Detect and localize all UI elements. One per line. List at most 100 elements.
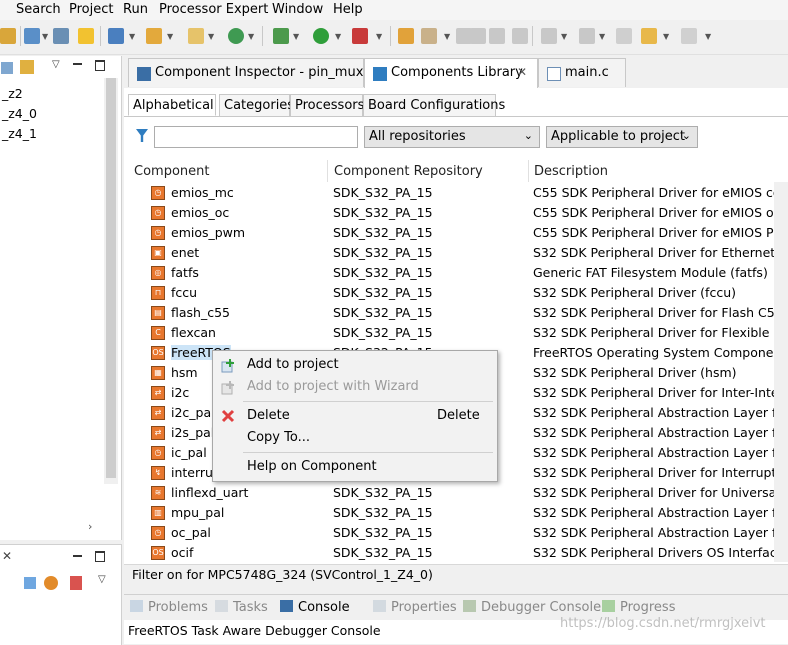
table-scrollbar[interactable] bbox=[774, 182, 788, 562]
table-row[interactable]: ▤ flash_c55 SDK_S32_PA_15 S32 SDK Periphera… bbox=[124, 303, 788, 323]
dropdown-arrow-icon[interactable]: ▼ bbox=[293, 32, 299, 41]
menu-processor-expert[interactable]: Processor Expert bbox=[159, 2, 268, 17]
column-header-description[interactable]: Description bbox=[534, 164, 608, 179]
component-repository: SDK_S32_PA_15 bbox=[333, 205, 433, 220]
search-tool-icon[interactable] bbox=[421, 28, 437, 44]
menu-search[interactable]: Search bbox=[16, 2, 61, 17]
dropdown-arrow-icon[interactable]: ▼ bbox=[208, 32, 214, 41]
tab-alphabetical[interactable]: Alphabetical bbox=[128, 94, 216, 116]
dropdown-arrow-icon[interactable]: ▼ bbox=[663, 32, 669, 41]
next-annotation-icon[interactable] bbox=[541, 28, 557, 44]
table-row[interactable]: ⊓ fccu SDK_S32_PA_15 S32 SDK Peripheral Dri… bbox=[124, 283, 788, 303]
dropdown-arrow-icon[interactable]: ▼ bbox=[705, 32, 711, 41]
tab-board-configurations[interactable]: Board Configurations bbox=[363, 94, 505, 116]
lightning-icon[interactable] bbox=[78, 28, 94, 44]
tree-item[interactable]: _z4_1 bbox=[2, 126, 37, 141]
table-row[interactable]: Cflexcan SDK_S32_PA_15 S32 SDK Peripheral … bbox=[124, 323, 788, 343]
close-icon[interactable]: ✕ bbox=[517, 65, 527, 79]
table-row[interactable]: ◷ emios_pwm SDK_S32_PA_15 C55 SDK Periphera… bbox=[124, 223, 788, 243]
tab-processors[interactable]: Processors bbox=[290, 94, 364, 116]
repository-select[interactable]: All repositories ⌄ bbox=[364, 126, 540, 148]
refresh-icon[interactable] bbox=[44, 576, 58, 590]
dropdown-arrow-icon[interactable]: ▼ bbox=[248, 32, 254, 41]
component-description: C55 SDK Peripheral Driver for eMIOS PWM bbox=[533, 225, 788, 240]
table-row[interactable]: ▥ mpu_pal SDK_S32_PA_15 S32 SDK Peripheral … bbox=[124, 503, 788, 523]
column-header-repository[interactable]: Component Repository bbox=[334, 164, 483, 179]
prev-annotation-icon[interactable] bbox=[579, 28, 595, 44]
block-select-icon[interactable] bbox=[470, 28, 486, 44]
minimize-icon[interactable] bbox=[73, 555, 82, 557]
applicability-select[interactable]: Applicable to project ⌄ bbox=[546, 126, 698, 148]
table-row[interactable]: ≋ linflexd_uart SDK_S32_PA_15 S32 SDK Perip… bbox=[124, 483, 788, 503]
table-row[interactable]: ◷ oc_pal SDK_S32_PA_15 S32 SDK Peripheral A… bbox=[124, 523, 788, 543]
menu-item-add-to-project[interactable]: Add to project bbox=[247, 357, 339, 372]
dropdown-arrow-icon[interactable]: ▼ bbox=[42, 32, 48, 41]
dropdown-arrow-icon[interactable]: ▼ bbox=[561, 32, 567, 41]
table-row[interactable]: ◎ fatfs SDK_S32_PA_15 Generic FAT Filesyste… bbox=[124, 263, 788, 283]
tab-progress[interactable]: Progress bbox=[602, 600, 675, 615]
build-icon[interactable] bbox=[228, 28, 244, 44]
new-folder-icon[interactable] bbox=[146, 28, 162, 44]
menu-item-help-on-component[interactable]: Help on Component bbox=[247, 459, 377, 474]
last-edit-icon[interactable] bbox=[616, 28, 632, 44]
column-header-component[interactable]: Component bbox=[134, 164, 209, 179]
link-editor-icon[interactable] bbox=[20, 60, 34, 74]
minimize-icon[interactable] bbox=[73, 63, 82, 65]
view-menu-icon[interactable]: ▽ bbox=[52, 59, 60, 70]
dropdown-arrow-icon[interactable]: ▼ bbox=[129, 32, 135, 41]
tab-component-inspector[interactable]: Component Inspector - pin_mux bbox=[128, 58, 364, 87]
tree-item[interactable]: _z4_0 bbox=[2, 106, 37, 121]
scroll-right-icon[interactable]: › bbox=[88, 520, 92, 533]
run-icon[interactable] bbox=[313, 28, 329, 44]
dropdown-arrow-icon[interactable]: ▼ bbox=[444, 32, 450, 41]
delete-file-icon[interactable] bbox=[70, 576, 82, 590]
collapse-all-icon[interactable] bbox=[1, 62, 13, 74]
menu-item-delete[interactable]: Delete bbox=[247, 408, 290, 423]
tab-problems[interactable]: Problems bbox=[130, 600, 208, 615]
menu-run[interactable]: Run bbox=[123, 2, 148, 17]
tab-categories[interactable]: Categories bbox=[219, 94, 294, 116]
menu-project[interactable]: Project bbox=[69, 2, 113, 17]
filter-input[interactable] bbox=[154, 126, 358, 148]
close-icon[interactable]: ✕ bbox=[2, 549, 12, 563]
pin-icon[interactable] bbox=[53, 28, 69, 44]
external-tools-icon[interactable] bbox=[352, 28, 368, 44]
dropdown-arrow-icon[interactable]: ▼ bbox=[599, 32, 605, 41]
tab-debugger-console[interactable]: Debugger Console bbox=[463, 600, 601, 615]
table-row[interactable]: ◷ emios_oc SDK_S32_PA_15 C55 SDK Peripheral… bbox=[124, 203, 788, 223]
tree-item[interactable]: _z2 bbox=[2, 86, 23, 101]
debug-icon[interactable] bbox=[273, 28, 289, 44]
paragraph-icon[interactable] bbox=[512, 28, 528, 44]
tab-tasks[interactable]: Tasks bbox=[215, 600, 268, 615]
tab-console[interactable]: Console bbox=[280, 600, 350, 615]
whitespace-icon[interactable] bbox=[489, 28, 505, 44]
tree-view-icon[interactable] bbox=[24, 577, 36, 589]
back-icon[interactable] bbox=[641, 28, 657, 44]
tab-main-c[interactable]: main.c bbox=[538, 58, 626, 87]
menu-item-copy-to[interactable]: Copy To... bbox=[247, 430, 310, 445]
view-menu-icon[interactable]: ▽ bbox=[98, 574, 106, 585]
menu-help[interactable]: Help bbox=[333, 2, 363, 17]
new-project-icon[interactable] bbox=[108, 28, 124, 44]
tab-components-library[interactable]: Components Library ✕ bbox=[364, 58, 538, 88]
forward-icon[interactable] bbox=[681, 28, 697, 44]
dropdown-arrow-icon[interactable]: ▼ bbox=[167, 32, 173, 41]
maximize-icon[interactable] bbox=[95, 60, 105, 71]
terminal-icon[interactable] bbox=[24, 28, 40, 44]
maximize-icon[interactable] bbox=[95, 551, 105, 562]
menu-item-add-with-wizard[interactable]: Add to project with Wizard bbox=[247, 379, 419, 394]
tab-properties[interactable]: Properties bbox=[373, 600, 457, 615]
dropdown-arrow-icon[interactable]: ▼ bbox=[376, 32, 382, 41]
menu-window[interactable]: Window bbox=[272, 2, 323, 17]
scrollbar-thumb[interactable] bbox=[106, 78, 116, 478]
open-type-icon[interactable] bbox=[398, 28, 414, 44]
vertical-scrollbar[interactable] bbox=[104, 78, 118, 484]
folder-icon[interactable] bbox=[0, 28, 16, 44]
table-row[interactable]: ◷ emios_mc SDK_S32_PA_15 C55 SDK Peripheral… bbox=[124, 183, 788, 203]
table-row[interactable]: ▣ enet SDK_S32_PA_15 S32 SDK Peripheral Dri… bbox=[124, 243, 788, 263]
table-row[interactable]: OS ocif SDK_S32_PA_15 S32 SDK Peripheral Dr… bbox=[124, 543, 788, 563]
inspector-icon bbox=[137, 67, 151, 81]
dropdown-arrow-icon[interactable]: ▼ bbox=[335, 32, 341, 41]
new-file-icon[interactable] bbox=[188, 28, 204, 44]
filter-icon[interactable] bbox=[136, 129, 148, 142]
